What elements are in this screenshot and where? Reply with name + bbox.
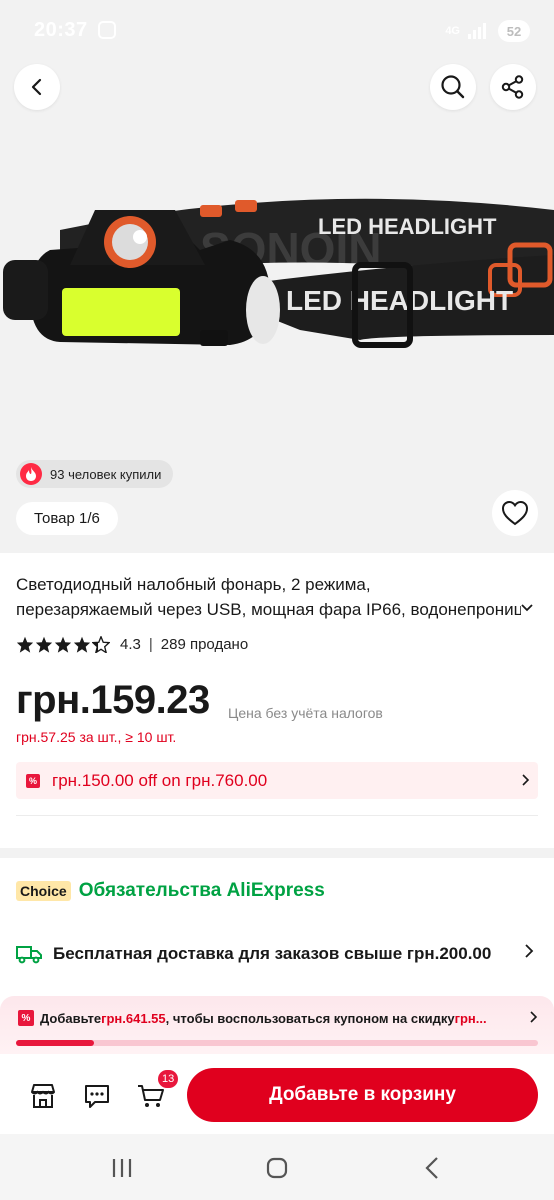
truck-icon — [16, 946, 42, 964]
separator: | — [148, 636, 153, 653]
add-to-cart-button[interactable]: Добавьте в корзину — [187, 1068, 538, 1122]
rating-value: 4.3 — [120, 636, 141, 653]
promo-prefix: Добавьте — [40, 1010, 102, 1026]
chevron-right-icon — [530, 1011, 538, 1023]
cart-icon — [138, 1085, 164, 1107]
battery-icon: 52 — [498, 20, 530, 42]
section-gap — [0, 848, 554, 858]
status-time: 20:37 — [34, 19, 88, 41]
back-icon — [425, 1157, 438, 1179]
fire-icon — [20, 463, 42, 485]
star-partial-icon — [92, 636, 110, 653]
system-navigation-bar — [0, 1134, 554, 1200]
star-full-icon — [54, 636, 72, 653]
bought-count-chip: 93 человек купили — [16, 460, 174, 488]
sold-count: 289 продано — [160, 636, 249, 653]
search-icon — [441, 75, 465, 99]
chevron-left-icon — [31, 78, 42, 96]
promo-middle: , чтобы воспользоваться купоном на скидк… — [165, 1010, 455, 1026]
recents-icon — [112, 1159, 132, 1177]
wishlist-button[interactable] — [492, 490, 538, 536]
coupon-row[interactable]: % грн.150.00 off on грн.760.00 — [16, 762, 538, 799]
coupon-progress-fill — [16, 1040, 95, 1046]
search-button[interactable] — [430, 64, 476, 110]
star-full-icon — [16, 636, 34, 653]
status-bar: 20:37 4G 52 — [0, 0, 554, 60]
chevron-right-icon — [525, 944, 534, 958]
store-button[interactable] — [29, 1082, 57, 1110]
bought-count-text: 93 человек купили — [50, 466, 162, 482]
network-type: 4G — [445, 25, 460, 37]
share-icon — [501, 75, 524, 99]
price-tax-note: Цена без учёта налогов — [228, 705, 383, 721]
product-title-line2: перезаряжаемый через USB, мощная фара IP… — [16, 600, 521, 619]
promo-amount: грн.641.55 — [101, 1010, 166, 1026]
back-button[interactable] — [14, 64, 60, 110]
star-full-icon — [35, 636, 53, 653]
home-icon — [266, 1157, 288, 1179]
recents-button[interactable] — [102, 1154, 142, 1182]
product-image: LED HEADLIGHT LED HEADLIGHT SONQIN — [3, 198, 554, 348]
divider — [16, 815, 538, 816]
heart-icon — [501, 500, 529, 526]
choice-badge: Choice — [16, 881, 71, 901]
percent-icon: % — [18, 1010, 34, 1026]
percent-icon: % — [26, 773, 40, 788]
signal-icon — [468, 23, 490, 39]
band-text-bottom: LED HEADLIGHT — [286, 285, 513, 316]
promo-tail: грн... — [454, 1010, 487, 1026]
chat-icon — [85, 1085, 109, 1108]
share-button[interactable] — [490, 64, 536, 110]
commitments-title: Обязательства AliExpress — [78, 880, 325, 901]
rating-stars — [16, 636, 110, 653]
home-button[interactable] — [257, 1154, 297, 1182]
free-shipping-text: Бесплатная доставка для заказов свыше гр… — [53, 944, 492, 963]
star-full-icon — [73, 636, 91, 653]
product-gallery[interactable]: 20:37 4G 52 LED HEADLIGHT LED HEADLIGHT … — [0, 0, 554, 553]
chevron-right-icon — [522, 774, 530, 786]
chat-button[interactable] — [83, 1082, 111, 1110]
status-indicators: 4G 52 — [445, 20, 530, 42]
product-title-line1: Светодиодный налобный фонарь, 2 режима, — [16, 575, 371, 594]
cart-count-badge: 13 — [158, 1070, 179, 1088]
product-title[interactable]: Светодиодный налобный фонарь, 2 режима, … — [16, 572, 536, 622]
coupon-progress-bar — [16, 1040, 538, 1046]
screen-record-icon — [98, 21, 116, 39]
expand-chevron-icon[interactable] — [520, 600, 534, 614]
aliexpress-commitments-header: Choice Обязательства AliExpress — [16, 880, 325, 902]
image-index-chip: Товар 1/6 — [16, 502, 118, 535]
price: грн.159.23 — [16, 678, 210, 722]
back-nav-button[interactable] — [412, 1154, 452, 1182]
coupon-progress-text: % Добавьте грн.641.55 , чтобы воспользов… — [18, 1010, 518, 1026]
coupon-text: грн.150.00 off on грн.760.00 — [52, 770, 268, 790]
bulk-price: грн.57.25 за шт., ≥ 10 шт. — [16, 729, 177, 745]
store-icon — [31, 1084, 55, 1108]
rating-row[interactable]: 4.3 | 289 продано — [16, 636, 248, 653]
